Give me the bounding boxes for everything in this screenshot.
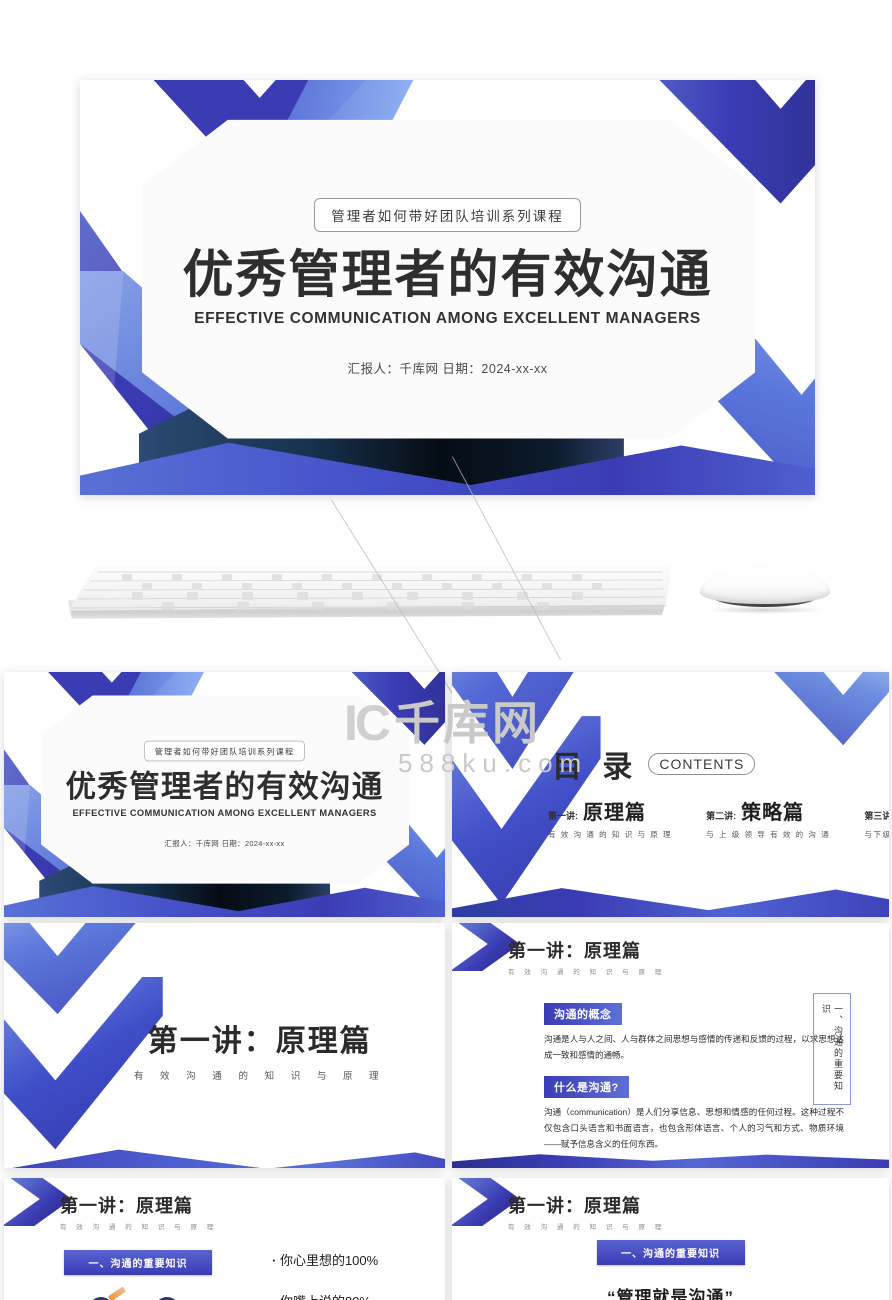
thumbnail-slide-6-quote[interactable]: 第一讲：原理篇 有 效 沟 通 的 知 识 与 原 理 一、沟通的重要知识 “管… [452, 1178, 889, 1300]
list-section-pill: 一、沟通的重要知识 [64, 1250, 212, 1275]
toc-item-2-sub: 与 上 级 领 导 有 效 的 沟 通 [706, 830, 831, 839]
content-block-2-text: 沟通（communication）是人们分享信息、思想和情感的任何过程。这种过程… [544, 1107, 844, 1149]
content-slide-header: 第一讲：原理篇 有 效 沟 通 的 知 识 与 原 理 [508, 937, 665, 976]
toc-item-3-num: 第三讲: [864, 811, 889, 821]
keyboard-mockup [62, 566, 672, 628]
thumbnail-slide-2-contents[interactable]: 目 录 CONTENTS 第一讲: 原理篇 有 效 沟 通 的 知 识 与 原 … [452, 672, 889, 917]
quote-text: “管理就是沟通” [607, 1288, 734, 1300]
quote-slide-title: 第一讲：原理篇 [508, 1196, 641, 1216]
toc-item-1-num: 第一讲: [548, 811, 578, 821]
toc-heading: 目 录 [552, 751, 639, 784]
slide1-badge: 管理者如何带好团队培训系列课程 [144, 741, 305, 762]
pencil-icon [107, 1286, 127, 1300]
list-slide-header: 第一讲：原理篇 有 效 沟 通 的 知 识 与 原 理 [60, 1192, 217, 1231]
quote-slide-header: 第一讲：原理篇 有 效 沟 通 的 知 识 与 原 理 [508, 1192, 665, 1231]
toc-item-3-sub: 与下级员工有效沟通的方法 [864, 830, 889, 839]
slide1-byline: 汇报人：千库网 日期：2024-xx-xx [164, 838, 285, 848]
toc-item-1-name: 原理篇 [583, 802, 646, 824]
keyboard-keys-icon [70, 571, 667, 610]
hero-badge: 管理者如何带好团队培训系列课程 [314, 198, 581, 233]
thumbnail-slide-1-title[interactable]: 管理者如何带好团队培训系列课程 优秀管理者的有效沟通 EFFECTIVE COM… [4, 672, 445, 917]
mouse-mockup [700, 566, 830, 614]
content-side-tag: 一、沟通的重要知识 [812, 993, 851, 1105]
toc-item-2-name: 策略篇 [741, 802, 805, 824]
content-body: 沟通的概念 沟通是人与人之间、人与群体之间思想与感情的传递和反馈的过程，以求思想… [544, 1003, 844, 1166]
thumbnail-slide-3-chapter[interactable]: 第一讲：原理篇 有 效 沟 通 的 知 识 与 原 理 [4, 923, 445, 1168]
toc-heading-en: CONTENTS [648, 753, 756, 775]
hero-title-en: EFFECTIVE COMMUNICATION AMONG EXCELLENT … [194, 309, 701, 327]
chapter-title: 第一讲：原理篇 [147, 1025, 372, 1059]
list-slide-subtitle: 有 效 沟 通 的 知 识 与 原 理 [60, 1224, 218, 1231]
toc-item-2[interactable]: 第二讲: 策略篇 与 上 级 领 导 有 效 的 沟 通 [706, 796, 830, 840]
chapter-subtitle: 有 效 沟 通 的 知 识 与 原 理 [133, 1071, 386, 1083]
list-bullet-2: 你嘴上说的80% [272, 1291, 378, 1300]
quote-slide-subtitle: 有 效 沟 通 的 知 识 与 原 理 [508, 1224, 666, 1231]
slide1-title-en: EFFECTIVE COMMUNICATION AMONG EXCELLENT … [72, 807, 377, 818]
toc-item-2-num: 第二讲: [706, 811, 737, 821]
content-slide-subtitle: 有 效 沟 通 的 知 识 与 原 理 [508, 969, 666, 976]
toc-item-1[interactable]: 第一讲: 原理篇 有 效 沟 通 的 知 识 与 原 理 [548, 796, 672, 840]
content-block-1-tag: 沟通的概念 [544, 1003, 622, 1025]
content-block-2-tag: 什么是沟通? [544, 1076, 629, 1099]
hero-title: 优秀管理者的有效沟通 [182, 246, 713, 304]
quote-section-pill: 一、沟通的重要知识 [596, 1240, 745, 1265]
thumbnail-slide-4-content[interactable]: 第一讲：原理篇 有 效 沟 通 的 知 识 与 原 理 沟通的概念 沟通是人与人… [452, 923, 889, 1168]
slide1-title: 优秀管理者的有效沟通 [65, 769, 384, 805]
ppt-preview-page: 管理者如何带好团队培训系列课程 优秀管理者的有效沟通 EFFECTIVE COM… [0, 0, 892, 1300]
list-bullet-1: 你心里想的100% [272, 1250, 378, 1269]
toc-item-3[interactable]: 第三讲: 方法篇 与下级员工有效沟通的方法 [864, 796, 889, 840]
toc-items: 第一讲: 原理篇 有 效 沟 通 的 知 识 与 原 理 第二讲: 策略篇 与 … [548, 796, 889, 840]
hero-slide[interactable]: 管理者如何带好团队培训系列课程 优秀管理者的有效沟通 EFFECTIVE COM… [80, 80, 815, 495]
content-slide-title: 第一讲：原理篇 [508, 941, 641, 961]
hero-byline: 汇报人：千库网 日期：2024-xx-xx [347, 361, 548, 376]
toc-item-1-sub: 有 效 沟 通 的 知 识 与 原 理 [548, 830, 673, 839]
content-block-1-text: 沟通是人与人之间、人与群体之间思想与感情的传递和反馈的过程，以求思想达成一致和感… [544, 1034, 844, 1060]
thumbnail-slide-5-list[interactable]: 第一讲：原理篇 有 效 沟 通 的 知 识 与 原 理 一、沟通的重要知识 你心… [4, 1178, 445, 1300]
list-slide-title: 第一讲：原理篇 [60, 1196, 193, 1216]
toc-heading-group: 目 录 CONTENTS [552, 742, 756, 786]
